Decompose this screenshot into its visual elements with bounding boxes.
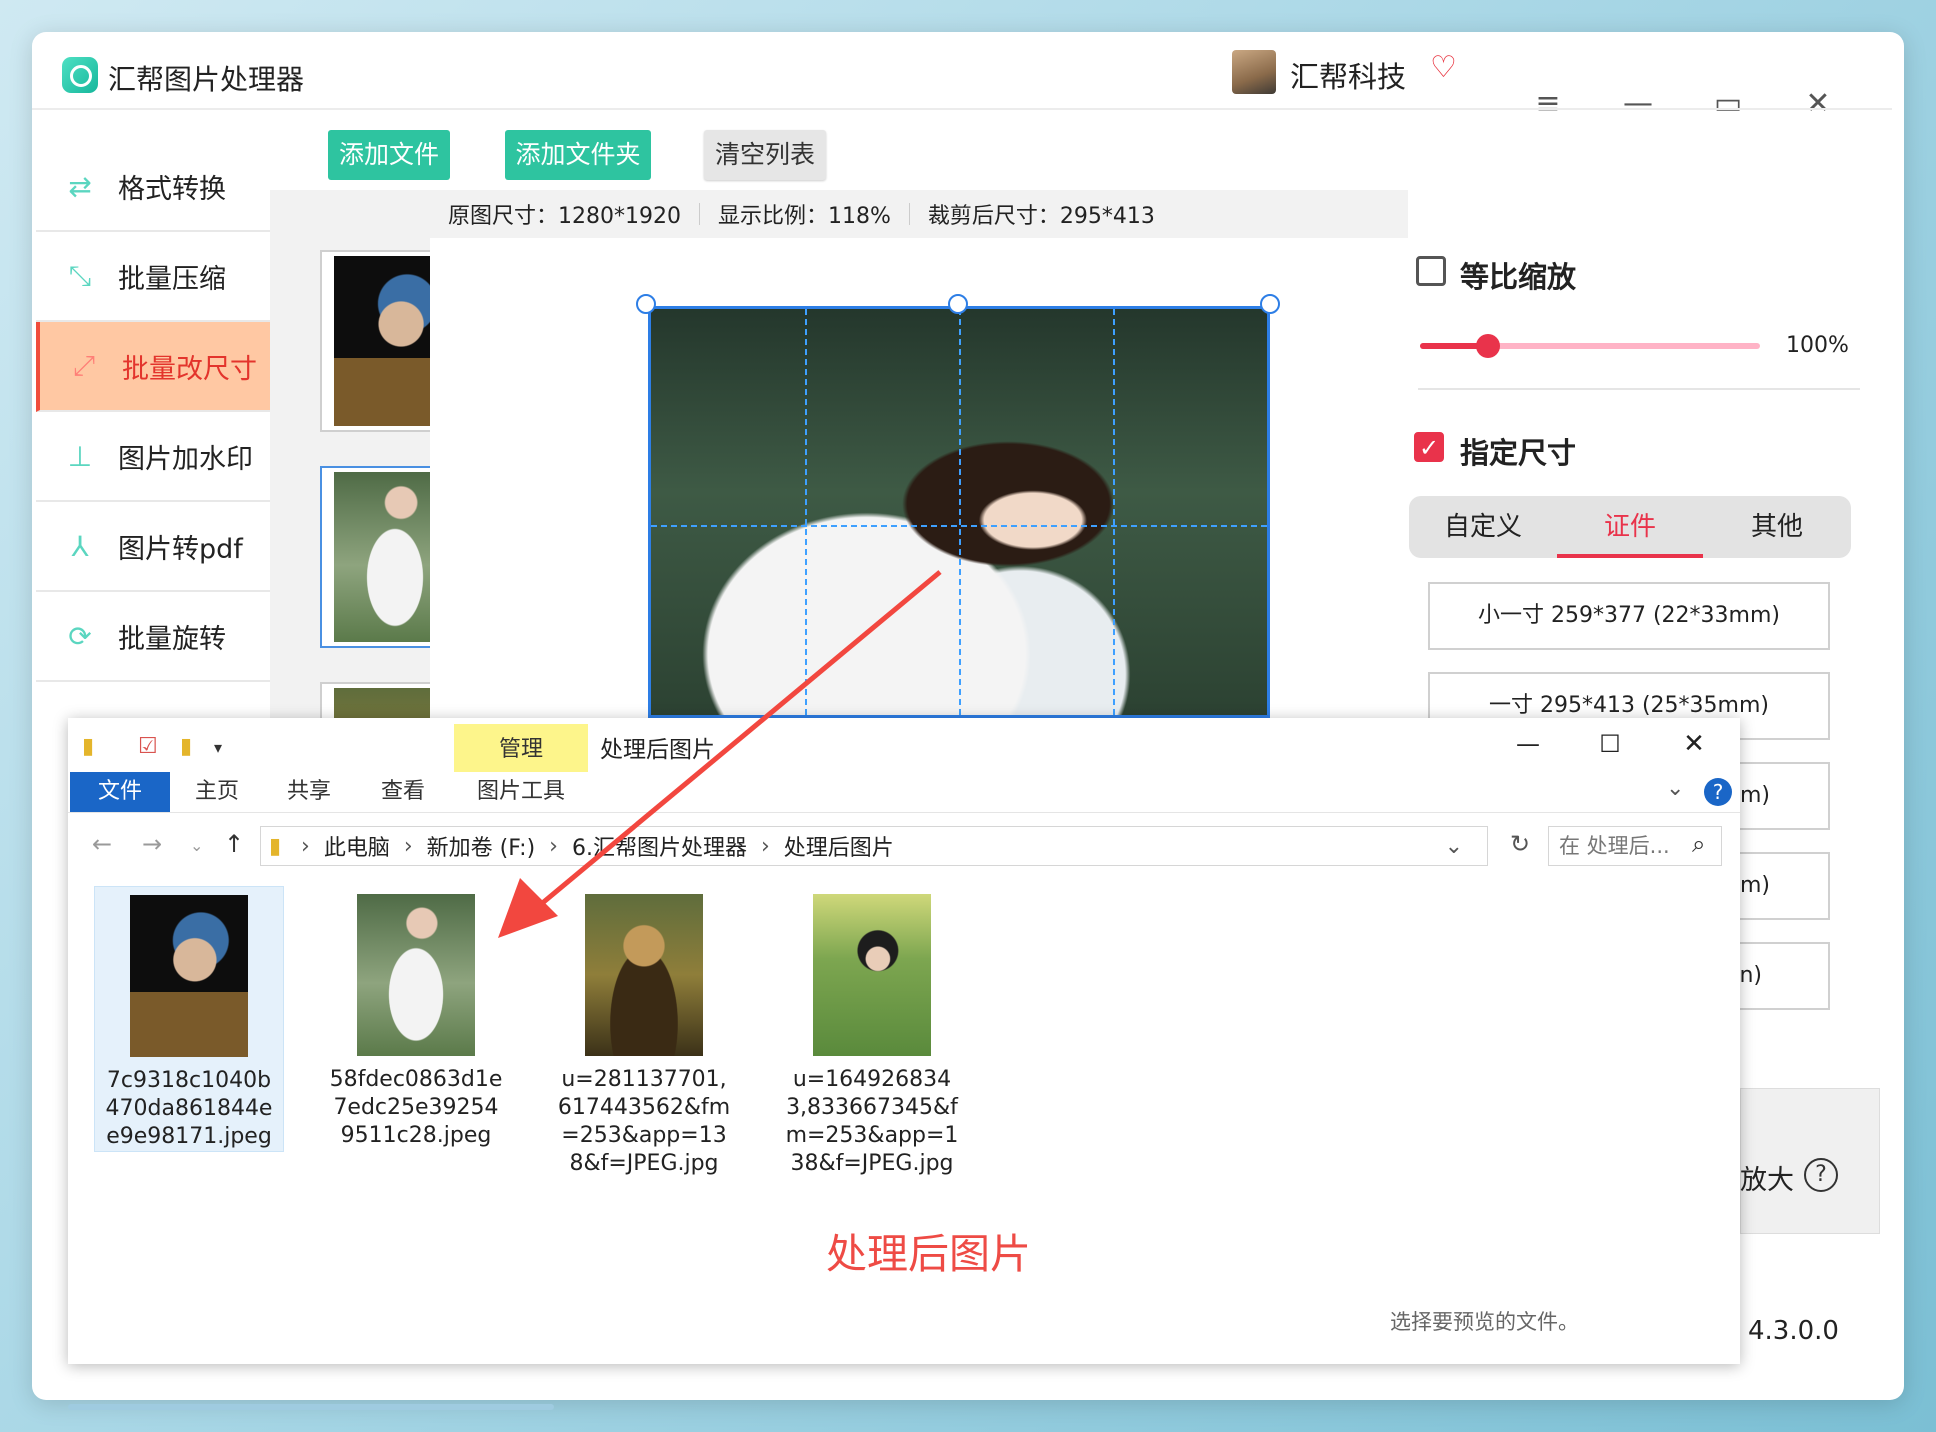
file-item[interactable]: 7c9318c1040b470da861844ee9e98171.jpeg <box>94 886 284 1152</box>
sidebar-item-to-pdf[interactable]: ⅄ 图片转pdf <box>36 502 270 592</box>
user-name[interactable]: 汇帮科技 <box>1290 54 1406 96</box>
sidebar-item-label: 图片加水印 <box>118 443 253 475</box>
ribbon-tab-share[interactable]: 共享 <box>274 772 344 812</box>
proportional-label: 等比缩放 <box>1460 260 1577 294</box>
sidebar-item-format-convert[interactable]: ⇄ 格式转换 <box>36 142 270 232</box>
ribbon-expand-icon[interactable]: ⌄ <box>1666 776 1684 801</box>
compress-icon: ⤡ <box>68 259 92 292</box>
explorer-maximize-icon[interactable]: ☐ <box>1588 722 1632 766</box>
watermark-icon: ⊥ <box>67 439 93 473</box>
clear-list-button[interactable]: 清空列表 <box>704 130 826 180</box>
scale-value: 100% <box>1786 333 1849 358</box>
up-icon[interactable]: ↑ <box>224 830 244 858</box>
ribbon-tab-home[interactable]: 主页 <box>182 772 252 812</box>
ribbon-tab-view[interactable]: 查看 <box>368 772 438 812</box>
resize-icon: ⤢ <box>72 349 96 382</box>
explorer-minimize-icon[interactable]: — <box>1506 722 1550 766</box>
maximize-icon[interactable]: ▭ <box>1706 82 1750 126</box>
crop-handle-top-center[interactable] <box>948 294 968 314</box>
file-thumbnail <box>130 895 248 1057</box>
close-icon[interactable]: ✕ <box>1796 82 1840 126</box>
sidebar-item-resize[interactable]: ⤢ 批量改尺寸 <box>36 322 274 412</box>
explorer-help-icon[interactable]: ? <box>1704 778 1732 806</box>
divider <box>1418 388 1860 390</box>
sidebar-item-label: 格式转换 <box>118 173 226 205</box>
specify-size-checkbox[interactable]: ✓ <box>1414 432 1444 462</box>
file-name: 7c9318c1040b470da861844ee9e98171.jpeg <box>105 1068 273 1149</box>
sidebar-item-rotate[interactable]: ⟳ 批量旋转 <box>36 592 270 682</box>
sidebar-item-watermark[interactable]: ⊥ 图片加水印 <box>36 412 270 502</box>
add-file-button[interactable]: 添加文件 <box>328 130 450 180</box>
help-icon[interactable]: ? <box>1804 1158 1838 1192</box>
menu-icon[interactable]: ≡ <box>1526 82 1570 126</box>
address-dropdown-icon[interactable]: ⌄ <box>1445 834 1463 859</box>
sidebar-item-label: 批量旋转 <box>118 623 226 655</box>
app-title: 汇帮图片处理器 <box>108 63 305 96</box>
minimize-icon[interactable]: — <box>1616 82 1660 126</box>
vip-diamond-icon[interactable]: ♡ <box>1430 50 1464 85</box>
annotation-label: 处理后图片 <box>826 1230 1031 1278</box>
size-option-small-one-inch[interactable]: 小一寸 259*377 (22*33mm) <box>1428 582 1830 650</box>
format-convert-icon: ⇄ <box>68 169 92 203</box>
new-folder-icon[interactable]: ▮ <box>180 734 192 759</box>
file-name: 58fdec0863d1e7edc25e392549511c28.jpeg <box>329 1067 503 1148</box>
explorer-close-icon[interactable]: ✕ <box>1672 722 1716 766</box>
recent-locations-icon[interactable]: ⌄ <box>190 836 203 855</box>
cropped-size: 裁剪后尺寸：295*413 <box>927 204 1155 229</box>
version-text: 4.3.0.0 <box>1748 1316 1839 1346</box>
active-tab-underline <box>1557 554 1703 558</box>
ribbon-tab-file[interactable]: 文件 <box>70 772 170 812</box>
sidebar-item-compress[interactable]: ⤡ 批量压缩 <box>36 232 270 322</box>
user-avatar[interactable] <box>1232 50 1276 94</box>
folder-icon[interactable]: ▮ <box>82 734 94 759</box>
display-ratio: 显示比例：118% <box>717 204 891 229</box>
customize-toolbar-icon[interactable]: ▾ <box>214 738 222 757</box>
crop-handle-top-left[interactable] <box>636 294 656 314</box>
tab-id-photo[interactable]: 证件 <box>1557 496 1703 558</box>
rotate-icon: ⟳ <box>68 619 92 653</box>
crop-grid-line <box>651 525 1267 527</box>
original-size: 原图尺寸：1280*1920 <box>448 204 681 229</box>
app-logo-icon <box>62 57 98 93</box>
file-name: u=1649268343,833667345&fm=253&app=138&f=… <box>785 1067 959 1176</box>
file-thumbnail <box>357 894 475 1056</box>
breadcrumb-item[interactable]: 此电脑 <box>324 830 390 862</box>
title-divider <box>32 108 1892 110</box>
bottom-progress-bar <box>68 1404 554 1410</box>
preview-hint: 选择要预览的文件。 <box>1390 1310 1579 1334</box>
sidebar-item-label: 批量改尺寸 <box>122 353 257 385</box>
upscale-label[interactable]: 放大 <box>1740 1158 1794 1197</box>
annotation-arrow-icon <box>498 570 942 938</box>
scale-slider-thumb[interactable] <box>1476 334 1500 358</box>
search-icon[interactable]: ⌕ <box>1692 830 1705 858</box>
sidebar-item-label: 批量压缩 <box>118 263 226 295</box>
crop-handle-top-right[interactable] <box>1260 294 1280 314</box>
image-info-bar: 原图尺寸：1280*1920 显示比例：118% 裁剪后尺寸：295*413 <box>430 190 1408 238</box>
tab-custom[interactable]: 自定义 <box>1410 496 1556 558</box>
back-icon[interactable]: ← <box>92 830 112 858</box>
refresh-icon[interactable]: ↻ <box>1510 830 1530 858</box>
thumbnail-list: × × × <box>270 190 470 724</box>
tab-other[interactable]: 其他 <box>1704 496 1850 558</box>
properties-icon[interactable]: ☑ <box>138 734 158 759</box>
folder-icon: ▮ <box>269 833 282 859</box>
file-name: u=281137701,617443562&fm=253&app=138&f=J… <box>557 1067 731 1176</box>
pdf-icon: ⅄ <box>71 529 89 563</box>
sidebar-item-label: 图片转pdf <box>118 533 243 565</box>
crop-grid-line <box>1113 309 1115 715</box>
forward-icon[interactable]: → <box>142 830 162 858</box>
proportional-checkbox[interactable] <box>1416 256 1446 286</box>
add-folder-button[interactable]: 添加文件夹 <box>505 130 651 180</box>
specify-size-label: 指定尺寸 <box>1460 436 1577 470</box>
